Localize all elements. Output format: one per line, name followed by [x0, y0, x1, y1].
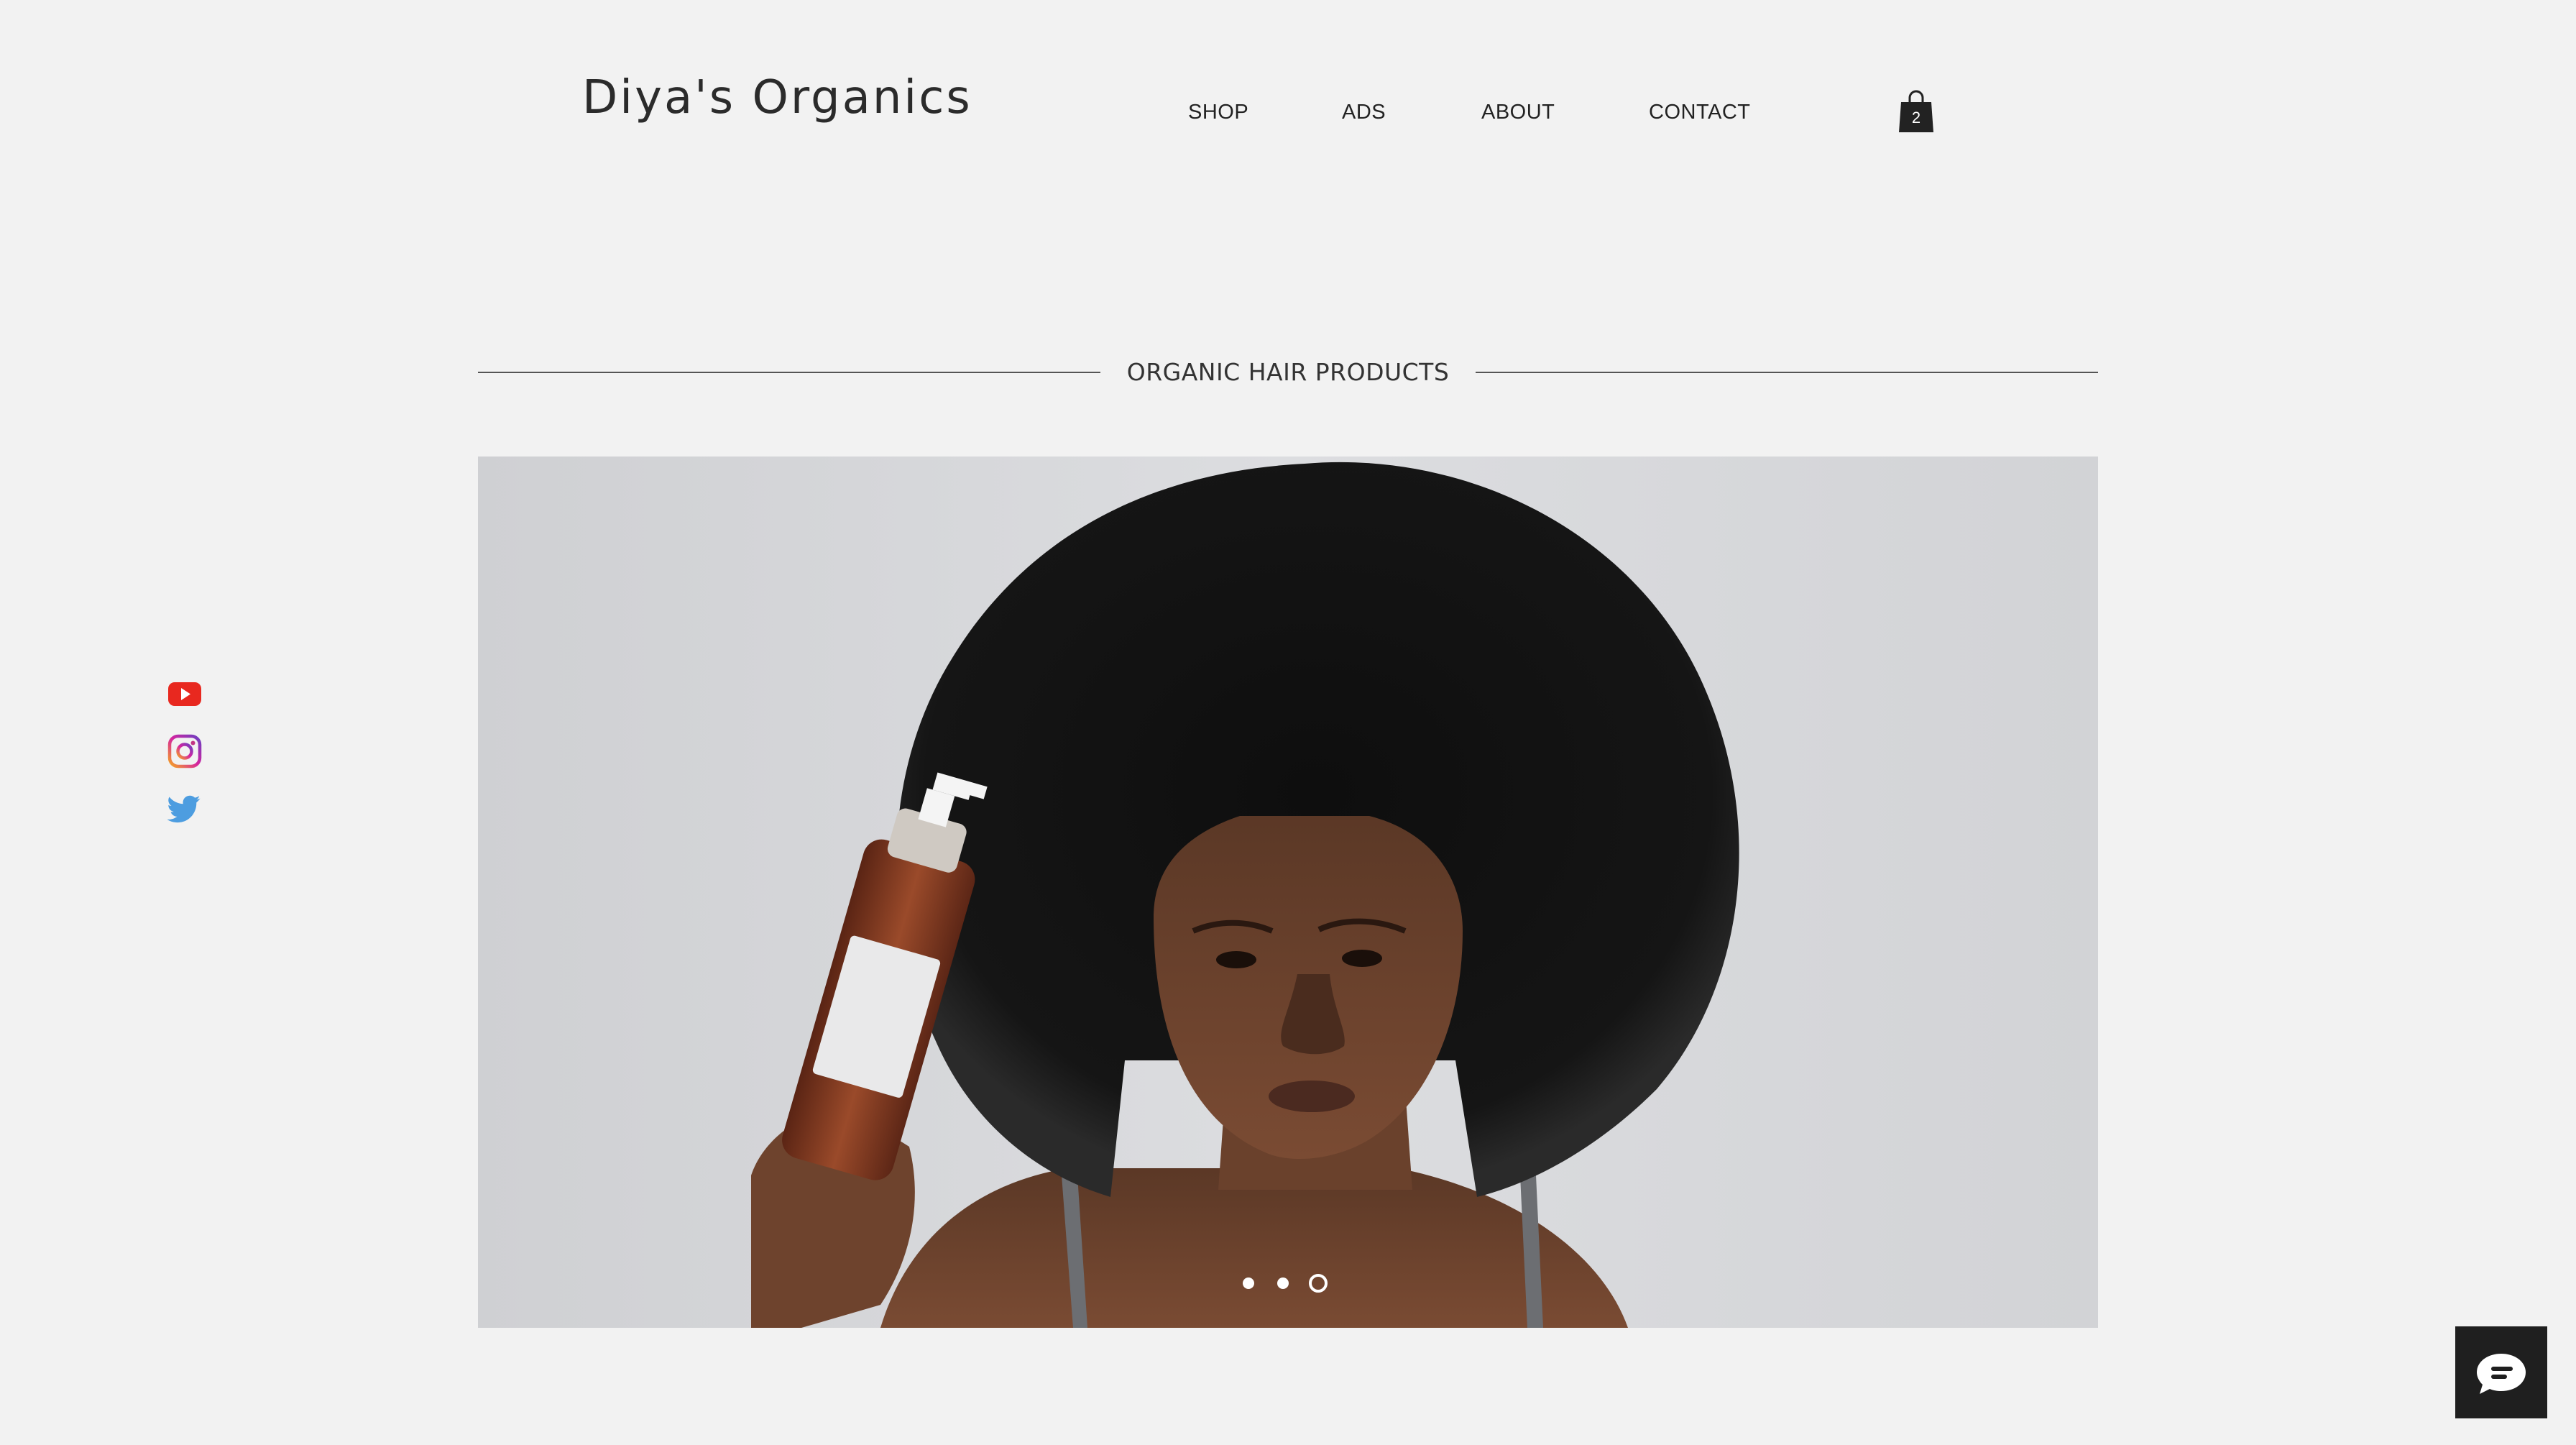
main-nav: SHOP ADS ABOUT CONTACT [0, 98, 2576, 127]
slide-dot-2[interactable] [1277, 1277, 1289, 1289]
cart-button[interactable]: 2 [1898, 89, 1935, 134]
slide-dot-1[interactable] [1243, 1277, 1254, 1289]
nav-shop[interactable]: SHOP [1188, 98, 1248, 127]
hero-slideshow[interactable] [478, 457, 2098, 1328]
youtube-icon[interactable] [167, 676, 203, 712]
instagram-icon[interactable] [167, 733, 203, 769]
cart-count: 2 [1911, 109, 1921, 127]
slideshow-dots [1243, 1272, 1329, 1293]
divider-right [1476, 372, 2098, 373]
section-title: ORGANIC HAIR PRODUCTS [1126, 358, 1450, 386]
divider-left [478, 372, 1100, 373]
twitter-icon[interactable] [167, 791, 203, 827]
section-header: ORGANIC HAIR PRODUCTS [478, 352, 2098, 393]
chat-bubble-icon [2477, 1354, 2526, 1394]
chat-button[interactable] [2455, 1326, 2547, 1418]
slide-dot-3-active[interactable] [1309, 1274, 1328, 1293]
hero-image [478, 457, 2098, 1328]
nav-ads[interactable]: ADS [1342, 98, 1386, 127]
nav-about[interactable]: ABOUT [1481, 98, 1555, 127]
nav-contact[interactable]: CONTACT [1649, 98, 1751, 127]
